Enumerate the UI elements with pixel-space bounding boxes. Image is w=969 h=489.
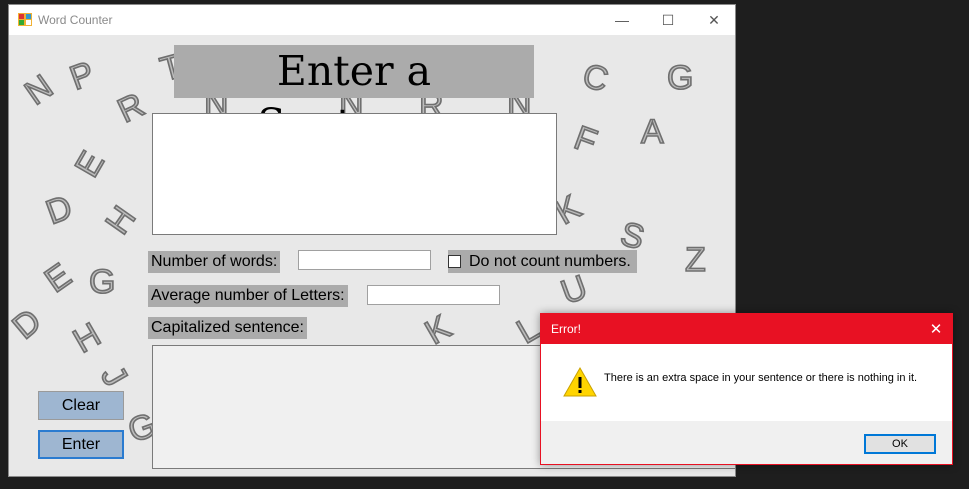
no-numbers-label: Do not count numbers.	[469, 252, 631, 270]
bg-letter: P	[64, 53, 100, 98]
bg-letter: H	[66, 315, 108, 362]
avg-letters-label: Average number of Letters:	[148, 285, 348, 307]
words-label: Number of words:	[148, 251, 281, 273]
bg-letter: F	[568, 118, 602, 162]
bg-letter: G	[88, 262, 116, 302]
close-button[interactable]: ✕	[691, 5, 735, 35]
clear-button[interactable]: Clear	[38, 391, 124, 420]
words-count-field[interactable]	[298, 250, 431, 270]
bg-letter: C	[578, 56, 613, 101]
dialog-title-bar: Error! ✕	[541, 314, 952, 344]
dialog-footer: OK	[541, 421, 952, 464]
page-title: Enter a Sentence	[174, 45, 534, 148]
bg-letter: D	[8, 301, 49, 347]
bg-letter: H	[97, 198, 144, 242]
bg-letter: R	[111, 85, 151, 131]
dialog-title: Error!	[551, 322, 581, 336]
bg-letter: Z	[684, 240, 706, 280]
title-bar: Word Counter — ☐ ✕	[9, 5, 735, 35]
no-numbers-checkbox[interactable]	[448, 255, 461, 268]
warning-icon	[563, 366, 597, 397]
bg-letter: N	[17, 67, 61, 114]
app-icon	[18, 13, 32, 26]
minimize-button[interactable]: —	[599, 5, 645, 35]
bg-letter: U	[555, 267, 593, 313]
bg-letter: D	[40, 187, 78, 233]
dialog-close-button[interactable]: ✕	[920, 314, 952, 344]
code-editor-strip	[0, 0, 8, 489]
maximize-button[interactable]: ☐	[645, 5, 691, 35]
bg-letter: E	[37, 255, 79, 301]
sentence-input[interactable]	[152, 113, 557, 235]
error-dialog: Error! ✕ There is an extra space in your…	[540, 313, 953, 465]
avg-letters-field[interactable]	[367, 285, 500, 305]
enter-button[interactable]: Enter	[38, 430, 124, 459]
capitalized-label: Capitalized sentence:	[148, 317, 307, 339]
window-title: Word Counter	[38, 13, 113, 27]
ok-button[interactable]: OK	[864, 434, 936, 454]
no-numbers-option[interactable]: Do not count numbers.	[448, 250, 637, 273]
bg-letter: J	[92, 359, 135, 394]
bg-letter: G	[666, 58, 694, 98]
bg-letter: A	[640, 112, 664, 152]
dialog-message: There is an extra space in your sentence…	[604, 372, 918, 384]
bg-letter: E	[67, 144, 113, 184]
